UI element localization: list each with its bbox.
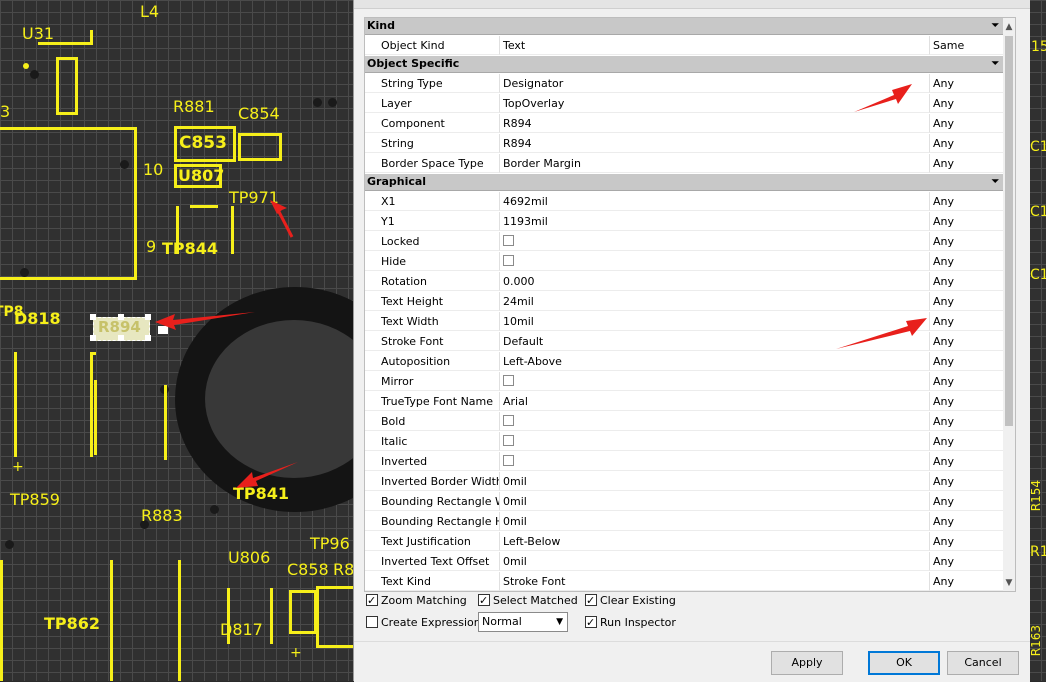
find-similar-objects-dialog: Kind ⏷ Object Kind Text Same Object Spec… (353, 0, 1030, 682)
option-label: Run Inspector (600, 616, 676, 629)
annotation-arrow (155, 312, 255, 330)
annotation-arrow (836, 318, 927, 349)
run-inspector-checkbox[interactable] (585, 614, 597, 632)
zoom-matching-option[interactable]: Zoom Matching (366, 592, 467, 610)
create-expression-option[interactable]: Create Expression (366, 614, 481, 632)
zoom-matching-checkbox[interactable] (366, 592, 378, 610)
designator: R163 (1029, 625, 1043, 657)
ok-button[interactable]: OK (868, 651, 940, 675)
designator: C1 (1030, 267, 1046, 283)
clear-existing-checkbox[interactable] (585, 592, 597, 610)
option-label: Clear Existing (600, 594, 676, 607)
select-matched-option[interactable]: Select Matched (478, 592, 578, 610)
cancel-button[interactable]: Cancel (947, 651, 1019, 675)
run-inspector-option[interactable]: Run Inspector (585, 614, 676, 632)
designator: C1 (1030, 139, 1046, 155)
match-mode-select[interactable]: Normal ▼ (478, 612, 568, 632)
annotation-arrows (155, 200, 298, 488)
designator: R154 (1029, 480, 1043, 512)
annotation-arrow (236, 462, 298, 488)
option-label: Select Matched (493, 594, 578, 607)
select-value: Normal (482, 615, 522, 628)
clear-existing-option[interactable]: Clear Existing (585, 592, 676, 610)
designator: C1 (1030, 204, 1046, 220)
designator: 15 (1031, 39, 1046, 55)
pcb-canvas[interactable]: U31 L4 3 10 9 R881 C854 C853 U807 TP971 … (0, 0, 353, 681)
annotation-arrow (854, 84, 912, 112)
select-matched-checkbox[interactable] (478, 592, 490, 610)
option-label: Zoom Matching (381, 594, 467, 607)
designator: R1 (1030, 544, 1046, 560)
create-expression-checkbox[interactable] (366, 616, 378, 628)
chevron-down-icon: ▼ (556, 617, 563, 627)
option-label: Create Expression (381, 616, 481, 629)
apply-button[interactable]: Apply (771, 651, 843, 675)
pcb-canvas-right[interactable]: 15 C1 C1 C1 R154 R1 R163 (1029, 0, 1046, 681)
annotation-arrows-dialog (836, 84, 927, 349)
